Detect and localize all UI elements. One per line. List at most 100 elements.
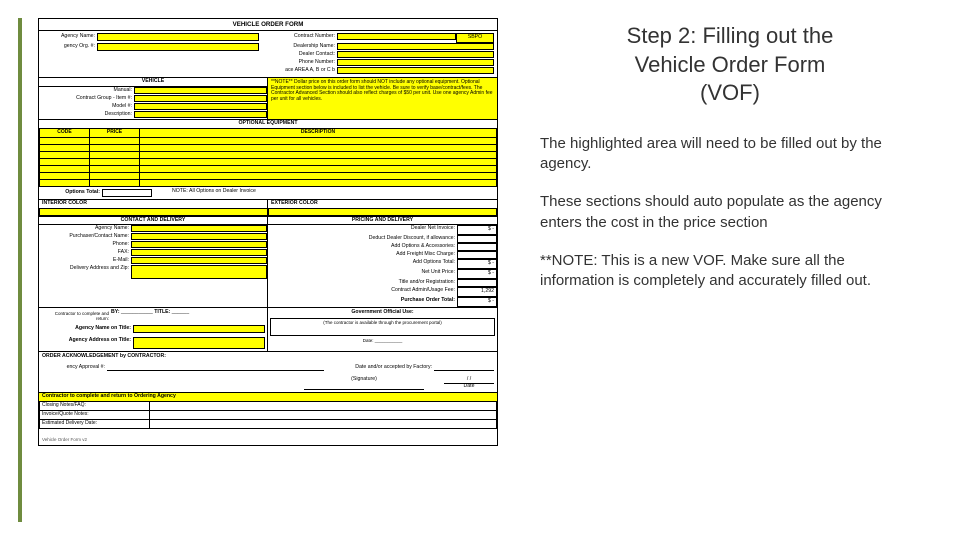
lbl-contract-group: Contract Group - Item #: (39, 95, 134, 103)
exterior-color-label: EXTERIOR COLOR (268, 200, 497, 208)
lbl-c-delivery: Delivery Address and Zip: (39, 265, 131, 279)
signature-line: (Signature) (304, 377, 424, 390)
lbl-c-email: E-Mail: (39, 257, 131, 265)
date-label: Date (444, 383, 494, 390)
field-dealership (337, 43, 494, 50)
contractor-complete-bar: Contractor to complete and return to Ord… (39, 393, 497, 401)
lbl-sbpo: SBPO (456, 33, 494, 43)
lbl-contract-no: Contract Number: (259, 33, 337, 43)
table-row (40, 172, 497, 179)
field-options-total (102, 189, 152, 197)
field-agency-org (97, 43, 259, 51)
lbl-cr2: Invoice/Quote Notes: (40, 411, 150, 420)
lbl-c-purchaser: Purchaser/Contact Name: (39, 233, 131, 241)
table-row (40, 158, 497, 165)
form-footer: Vehicle Order Form v2 (39, 429, 497, 445)
lbl-model: Model #: (39, 103, 134, 111)
lbl-p3: Add Options & Accessories: (268, 243, 457, 251)
lbl-phone: Phone Number: (259, 59, 337, 67)
table-row (40, 179, 497, 186)
optional-equipment-table: CODE PRICE DESCRIPTION (39, 128, 497, 187)
table-row (40, 144, 497, 151)
lbl-agency-approve: ency Approval #: (42, 364, 107, 372)
accent-bar (18, 18, 22, 522)
paragraph-3: **NOTE: This is a new VOF. Make sure all… (540, 251, 920, 292)
val-p1: $ - (457, 225, 497, 235)
lbl-dealership: Dealership Name: (259, 43, 337, 51)
lbl-dealer-contact: Dealer Contact: (259, 51, 337, 59)
lbl-title: TITLE: (154, 309, 170, 315)
val-p4 (457, 251, 497, 259)
form-title: VEHICLE ORDER FORM (39, 19, 497, 30)
col-code: CODE (40, 128, 90, 137)
step-title-l3: (VOF) (700, 80, 760, 105)
field-exterior-color (268, 208, 497, 216)
paragraph-2: These sections should auto populate as t… (540, 192, 920, 233)
lbl-options-total: Options Total: (42, 189, 102, 197)
official-use-text: (The contractor is available through the… (270, 318, 495, 336)
val-p8: 1,292 (457, 287, 497, 297)
field-c-purchaser (131, 233, 267, 240)
field-contract-no (337, 33, 456, 40)
form-preview-panel: VEHICLE ORDER FORM Agency Name: gency Or… (0, 0, 530, 540)
field-c-email (131, 257, 267, 264)
val-p3 (457, 243, 497, 251)
vehicle-header: VEHICLE (39, 78, 267, 87)
lbl-c-phone: Phone: (39, 241, 131, 249)
lbl-c-agency: Agency Name: (39, 225, 131, 233)
field-manual (134, 87, 267, 94)
contractor-return-table: Closing Notes/FAQ: Invoice/Quote Notes: … (39, 401, 497, 428)
val-p6: $ - (457, 269, 497, 279)
lbl-agency-org: gency Org. #: (42, 43, 97, 51)
optional-header: OPTIONAL EQUIPMENT (39, 120, 497, 128)
field-agency-name (97, 33, 259, 41)
field-model (134, 103, 267, 110)
lbl-cr1: Closing Notes/FAQ: (40, 402, 150, 411)
lbl-cr3: Estimated Delivery Date: (40, 419, 150, 428)
lbl-c-fax: FAX: (39, 249, 131, 257)
contact-header: CONTACT AND DELIVERY (39, 217, 267, 226)
field-area (337, 67, 494, 74)
val-p7 (457, 279, 497, 287)
field-contract-group (134, 95, 267, 102)
table-row (40, 137, 497, 144)
lbl-approved-by: Date and/or accepted by Factory: (324, 364, 434, 372)
step-title-l2: Vehicle Order Form (635, 52, 826, 77)
lbl-p9: Purchase Order Total: (268, 297, 457, 307)
table-row (40, 151, 497, 158)
field-phone (337, 59, 494, 66)
lbl-by: BY: (111, 309, 120, 315)
field-dealer-contact (337, 51, 494, 58)
lbl-p2: Deduct Dealer Discount, if allowance: (268, 235, 457, 243)
paragraph-1: The highlighted area will need to be fil… (540, 134, 920, 175)
field-agency-on-title (133, 325, 265, 333)
lbl-p1: Dealer Net Invoice: (268, 225, 457, 235)
lbl-p5: Add Options Total: (268, 259, 457, 269)
lbl-p7: Title and/or Registration: (268, 279, 457, 287)
pricing-header: PRICING AND DELIVERY (268, 217, 497, 226)
vof-sheet: VEHICLE ORDER FORM Agency Name: gency Or… (38, 18, 498, 446)
field-interior-color (39, 208, 268, 216)
field-c-fax (131, 249, 267, 256)
field-c-phone (131, 241, 267, 248)
field-agency-address (133, 337, 265, 349)
lbl-agency-on-title: Agency Name on Title: (41, 325, 133, 333)
field-c-agency (131, 225, 267, 232)
lbl-p8: Contract Admin/Usage Fee: (268, 287, 457, 297)
val-p5: $ - (457, 259, 497, 269)
col-description: DESCRIPTION (140, 128, 497, 137)
options-note: NOTE: All Options on Dealer Invoice (152, 189, 494, 197)
note-box: **NOTE** Dollar price on this order form… (268, 78, 497, 119)
lbl-description: Description: (39, 111, 134, 119)
lbl-agency-name: Agency Name: (42, 33, 97, 41)
field-description (134, 111, 267, 118)
step-title: Step 2: Filling out the Vehicle Order Fo… (540, 22, 920, 108)
lbl-p6: Net Unit Price: (268, 269, 457, 279)
step-title-l1: Step 2: Filling out the (627, 23, 834, 48)
lbl-manual: Manual: (39, 87, 134, 95)
lbl-area: ace AREA A, B or C b (259, 67, 337, 75)
col-price: PRICE (90, 128, 140, 137)
instruction-panel: Step 2: Filling out the Vehicle Order Fo… (530, 0, 960, 540)
lbl-agency-address: Agency Address on Title: (41, 337, 133, 349)
official-use-header: Government Official Use: (270, 310, 495, 316)
